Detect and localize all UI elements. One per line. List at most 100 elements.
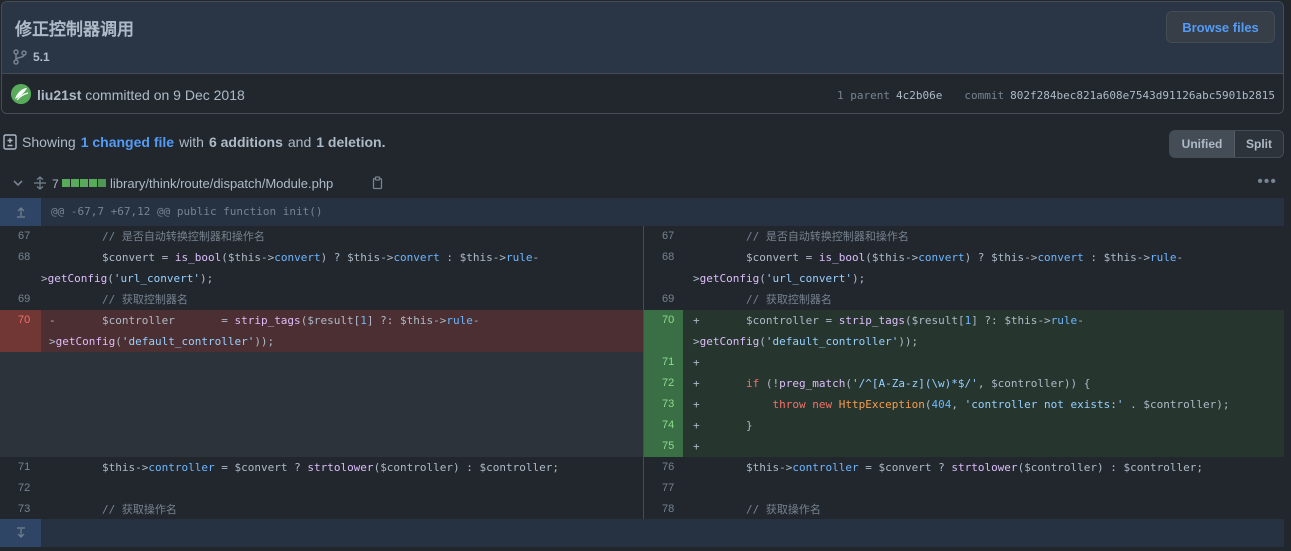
diff-row-added: 71 + bbox=[644, 352, 1284, 373]
diff-row: 68 $convert = is_bool($this->convert) ? … bbox=[644, 247, 1284, 289]
code-line: $convert = is_bool($this->convert) ? $th… bbox=[693, 251, 1184, 285]
line-number[interactable]: 71 bbox=[644, 352, 685, 373]
line-number[interactable]: 67 bbox=[644, 226, 685, 247]
avatar[interactable] bbox=[11, 84, 31, 104]
sha-area: 1 parent 4c2b06e commit 802f284bec821a60… bbox=[837, 89, 1275, 102]
commit-title-area: 修正控制器调用 5.1 Browse files bbox=[2, 2, 1283, 74]
diffstat-block bbox=[80, 179, 88, 187]
line-number[interactable]: 70 bbox=[0, 310, 41, 352]
additions-count: 6 additions bbox=[208, 134, 283, 150]
kebab-icon[interactable]: ••• bbox=[1257, 173, 1277, 191]
code-line: $convert = is_bool($this->convert) ? $th… bbox=[41, 251, 540, 285]
line-number[interactable]: 73 bbox=[644, 394, 685, 415]
code-line: // 是否自动转换控制器和操作名 bbox=[101, 230, 265, 243]
diffstat-block bbox=[98, 179, 106, 187]
code-line: - $controller = strip_tags($result[1] ?:… bbox=[41, 310, 643, 352]
author-name[interactable]: liu21st bbox=[37, 87, 81, 103]
diff-row: 67 // 是否自动转换控制器和操作名 bbox=[644, 226, 1284, 247]
line-number[interactable]: 69 bbox=[644, 289, 685, 310]
empty-placeholder bbox=[0, 352, 643, 457]
file-path[interactable]: library/think/route/dispatch/Module.php bbox=[110, 176, 333, 191]
diff-row-added: 73 + throw new HttpException(404, 'contr… bbox=[644, 394, 1284, 415]
diff-row: 73 // 获取操作名 bbox=[0, 499, 643, 520]
code-line: // 是否自动转换控制器和操作名 bbox=[745, 230, 909, 243]
code-line: // 获取操作名 bbox=[745, 503, 821, 516]
commit-title: 修正控制器调用 bbox=[15, 20, 134, 39]
diff-summary: Showing 1 changed file with 6 additions … bbox=[3, 134, 385, 150]
code-line: // 获取操作名 bbox=[101, 503, 177, 516]
diff-row: 69 // 获取控制器名 bbox=[644, 289, 1284, 310]
change-count: 7 bbox=[52, 177, 59, 191]
author-line: liu21st committed on 9 Dec 2018 bbox=[37, 87, 245, 103]
browse-files-button[interactable]: Browse files bbox=[1166, 11, 1275, 43]
summary-and: and bbox=[287, 134, 312, 150]
hunk-text: @@ -67,7 +67,12 @@ public function init(… bbox=[51, 205, 323, 218]
line-number[interactable]: 75 bbox=[644, 436, 685, 457]
diff-row: 72 bbox=[0, 478, 643, 499]
code-line: + bbox=[683, 436, 1284, 457]
diff-row: 67 // 是否自动转换控制器和操作名 bbox=[0, 226, 643, 247]
hunk-header: @@ -67,7 +67,12 @@ public function init(… bbox=[0, 198, 1284, 226]
split-button[interactable]: Split bbox=[1235, 131, 1283, 157]
parent-label: 1 parent bbox=[837, 89, 890, 102]
line-number[interactable]: 70 bbox=[644, 310, 685, 352]
chevron-down-icon[interactable] bbox=[12, 177, 24, 192]
line-number[interactable]: 72 bbox=[644, 373, 685, 394]
parent-sha[interactable]: 4c2b06e bbox=[896, 89, 942, 102]
code-line: $this->controller = $convert ? strtolowe… bbox=[745, 461, 1204, 474]
branch-label[interactable]: 5.1 bbox=[13, 49, 50, 65]
code-line: $this->controller = $convert ? strtolowe… bbox=[101, 461, 560, 474]
unified-button[interactable]: Unified bbox=[1170, 131, 1235, 157]
branch-icon bbox=[13, 49, 27, 65]
line-number[interactable]: 67 bbox=[0, 226, 41, 247]
diffstat-block bbox=[71, 179, 79, 187]
code-line: // 获取控制器名 bbox=[745, 293, 832, 306]
expand-down-icon[interactable] bbox=[0, 519, 41, 547]
line-number[interactable]: 68 bbox=[0, 247, 41, 289]
changed-files-link[interactable]: 1 changed file bbox=[81, 134, 174, 150]
diff-row-deleted: 70 - $controller = strip_tags($result[1]… bbox=[0, 310, 643, 352]
line-number[interactable]: 71 bbox=[0, 457, 41, 478]
diff-row: 78 // 获取操作名 bbox=[644, 499, 1284, 520]
summary-showing: Showing bbox=[22, 134, 76, 150]
commit-meta: liu21st committed on 9 Dec 2018 1 parent… bbox=[2, 75, 1283, 113]
commit-sha: 802f284bec821a608e7543d91126abc5901b2815 bbox=[1010, 89, 1275, 102]
diff-row: 71 $this->controller = $convert ? strtol… bbox=[0, 457, 643, 478]
file-header: 7 library/think/route/dispatch/Module.ph… bbox=[0, 170, 1291, 198]
split-divider bbox=[643, 226, 644, 519]
code-line: // 获取控制器名 bbox=[101, 293, 188, 306]
code-line: + throw new HttpException(404, 'controll… bbox=[683, 394, 1284, 415]
line-number[interactable]: 72 bbox=[0, 478, 41, 499]
code-line: + if (!preg_match('/^[A-Za-z](\w)*$/', $… bbox=[683, 373, 1284, 394]
line-number[interactable]: 68 bbox=[644, 247, 685, 289]
diff-row: 76 $this->controller = $convert ? strtol… bbox=[644, 457, 1284, 478]
line-number[interactable]: 74 bbox=[644, 415, 685, 436]
view-toggle: Unified Split bbox=[1169, 130, 1284, 158]
expand-up-icon[interactable] bbox=[0, 198, 41, 226]
line-number[interactable]: 73 bbox=[0, 499, 41, 520]
diff-row: 68 $convert = is_bool($this->convert) ? … bbox=[0, 247, 643, 289]
diffstat-block bbox=[89, 179, 97, 187]
line-number[interactable]: 77 bbox=[644, 478, 685, 499]
code-line: + bbox=[683, 352, 1284, 373]
diff-row-added: 72 + if (!preg_match('/^[A-Za-z](\w)*$/'… bbox=[644, 373, 1284, 394]
code-line: + } bbox=[683, 415, 1284, 436]
committed-date: committed on 9 Dec 2018 bbox=[85, 87, 245, 103]
diffstat-block bbox=[62, 179, 70, 187]
diffstat-blocks bbox=[62, 179, 106, 187]
code-line: + $controller = strip_tags($result[1] ?:… bbox=[683, 310, 1284, 352]
line-number[interactable]: 76 bbox=[644, 457, 685, 478]
commit-header: 修正控制器调用 5.1 Browse files liu21st committ… bbox=[1, 1, 1284, 114]
line-number[interactable]: 69 bbox=[0, 289, 41, 310]
deletions-count: 1 deletion. bbox=[316, 134, 386, 150]
diff-row-added: 74 + } bbox=[644, 415, 1284, 436]
hunk-footer bbox=[0, 519, 1284, 547]
line-number[interactable]: 78 bbox=[644, 499, 685, 520]
expand-icon[interactable] bbox=[33, 176, 47, 193]
diff-row: 77 bbox=[644, 478, 1284, 499]
branch-name: 5.1 bbox=[33, 50, 50, 64]
summary-with: with bbox=[179, 134, 204, 150]
copy-icon[interactable] bbox=[371, 176, 384, 193]
commit-label: commit bbox=[964, 89, 1005, 102]
diff-row-added: 75 + bbox=[644, 436, 1284, 457]
